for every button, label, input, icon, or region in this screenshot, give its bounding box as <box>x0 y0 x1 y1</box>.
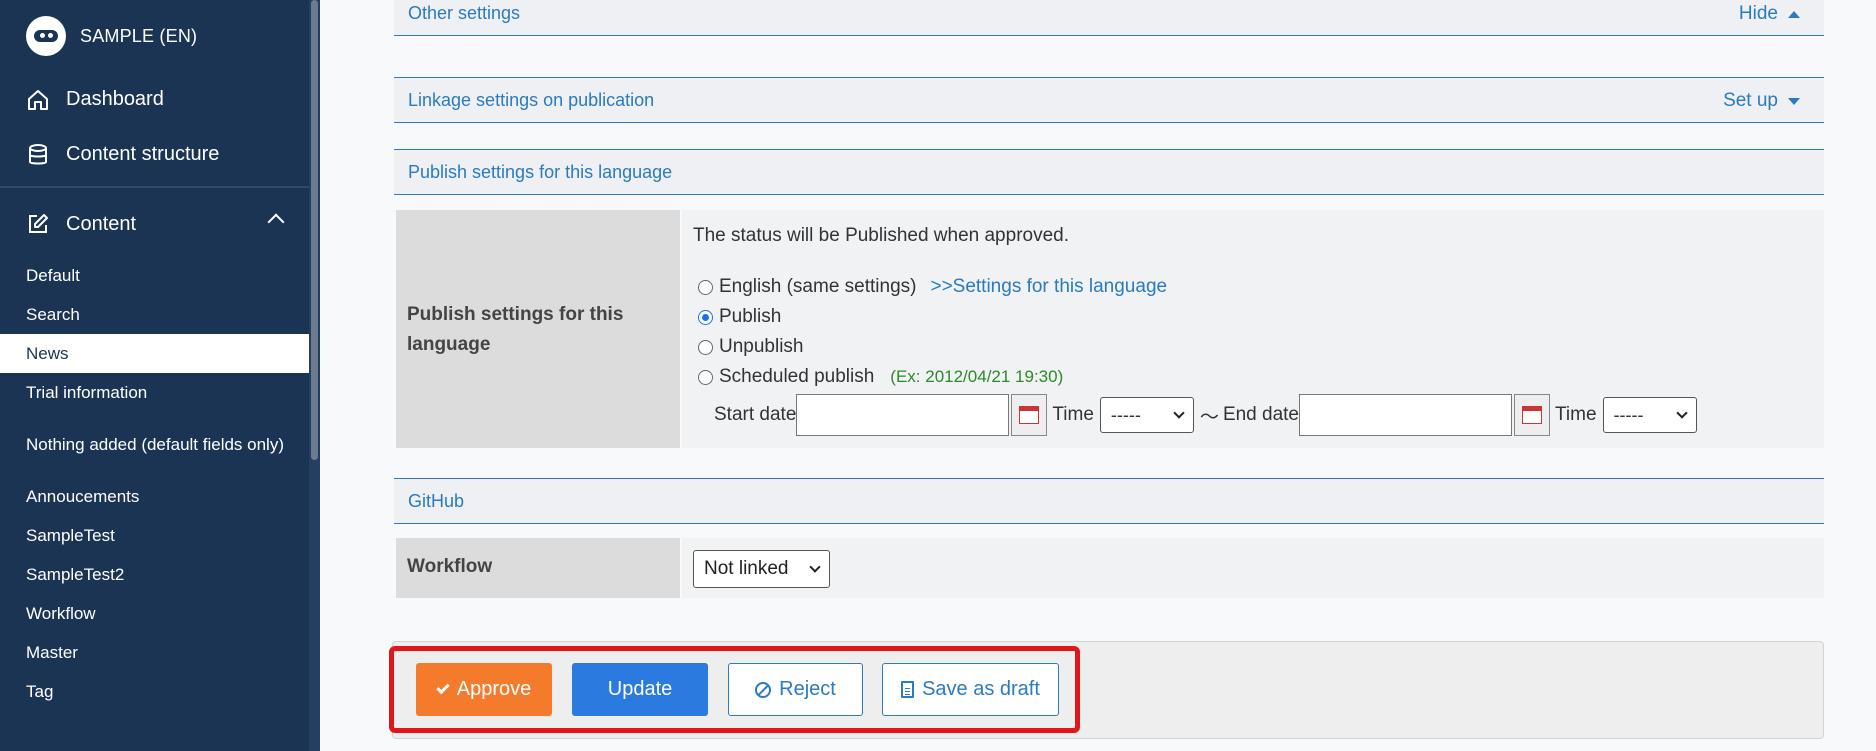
workflow-label: Workflow <box>396 538 680 598</box>
option-publish-label: Publish <box>719 306 782 327</box>
sidebar-item-trial-information[interactable]: Trial information <box>0 373 320 412</box>
sidebar-item-search[interactable]: Search <box>0 295 320 334</box>
nav-content-structure-label: Content structure <box>66 143 220 165</box>
schedule-date-row: Start date Time ----- 〜 End date Time --… <box>714 394 1697 436</box>
sidebar-divider <box>0 186 320 188</box>
chevron-down-icon <box>1173 407 1185 419</box>
section-title: Linkage settings on publication <box>408 90 655 110</box>
section-github: GitHub <box>394 478 1824 524</box>
calendar-icon <box>1019 406 1040 424</box>
start-date-label: Start date <box>714 404 797 425</box>
radio-publish[interactable] <box>698 309 713 325</box>
option-english[interactable]: English (same settings) >>Settings for t… <box>698 276 1167 298</box>
section-title: GitHub <box>408 491 465 511</box>
calendar-icon <box>1522 406 1543 424</box>
sidebar-item-default[interactable]: Default <box>0 256 320 295</box>
radio-unpublish[interactable] <box>698 339 713 355</box>
sidebar-item-annoucements[interactable]: Annoucements <box>0 477 320 516</box>
save-draft-label: Save as draft <box>922 678 1040 700</box>
set-up-label: Set up <box>1723 90 1778 111</box>
workflow-select[interactable]: Not linked <box>693 550 830 588</box>
workflow-value: Not linked <box>704 558 789 579</box>
hide-toggle[interactable]: Hide <box>1739 3 1800 25</box>
option-unpublish[interactable]: Unpublish <box>698 336 804 358</box>
brand[interactable]: SAMPLE (EN) <box>0 0 320 72</box>
update-button[interactable]: Update <box>572 663 708 716</box>
hide-label: Hide <box>1738 3 1778 24</box>
chevron-down-icon <box>1675 407 1688 419</box>
end-date-input[interactable] <box>1299 394 1513 436</box>
radio-english[interactable] <box>698 279 713 295</box>
end-time-value: ----- <box>1613 404 1644 425</box>
set-up-toggle[interactable]: Set up <box>1723 90 1800 112</box>
sidebar: SAMPLE (EN) Dashboard Content structure … <box>0 0 320 751</box>
sidebar-item-news[interactable]: News <box>0 334 320 373</box>
caret-down-icon <box>1788 97 1800 105</box>
chevron-up-icon[interactable] <box>267 213 285 231</box>
option-scheduled-label: Scheduled publish <box>719 366 875 387</box>
sidebar-item-workflow[interactable]: Workflow <box>0 594 320 633</box>
sidebar-item-tag[interactable]: Tag <box>0 672 320 711</box>
caret-up-icon <box>1788 10 1800 18</box>
save-draft-button[interactable]: Save as draft <box>882 663 1059 716</box>
reject-label: Reject <box>779 678 836 700</box>
end-date-label: End date <box>1222 404 1300 425</box>
document-icon <box>901 681 915 698</box>
check-icon <box>436 680 450 695</box>
start-date-input[interactable] <box>796 394 1010 436</box>
start-calendar-button[interactable] <box>1011 394 1048 436</box>
start-time-select[interactable]: ----- <box>1099 397 1194 433</box>
radio-scheduled[interactable] <box>698 369 713 385</box>
database-icon <box>29 143 47 164</box>
publish-settings-label: Publish settings for this language <box>396 210 680 448</box>
approve-button[interactable]: Approve <box>416 663 552 716</box>
option-english-label: English (same settings) <box>719 276 917 297</box>
end-time-select[interactable]: ----- <box>1602 397 1697 433</box>
option-unpublish-label: Unpublish <box>719 336 804 357</box>
content-list: Default Search News Trial information No… <box>0 250 320 711</box>
nav-content[interactable]: Content <box>0 198 320 250</box>
main-content: Other settings Hide Linkage settings on … <box>330 0 1876 751</box>
nav-dashboard-label: Dashboard <box>66 88 164 110</box>
end-calendar-button[interactable] <box>1514 394 1551 436</box>
site-name: SAMPLE (EN) <box>80 25 198 46</box>
section-publish-settings: Publish settings for this language <box>394 149 1824 195</box>
date-format-example: (Ex: 2012/04/21 19:30) <box>890 367 1064 386</box>
range-separator: 〜 <box>1199 406 1219 428</box>
chevron-down-icon <box>809 561 821 573</box>
start-time-value: ----- <box>1110 404 1141 425</box>
logo-icon <box>26 16 66 56</box>
reject-button[interactable]: Reject <box>728 663 863 716</box>
section-title: Publish settings for this language <box>408 162 673 182</box>
sidebar-item-nothing-added[interactable]: Nothing added (default fields only) <box>0 412 320 477</box>
sidebar-item-sampletest[interactable]: SampleTest <box>0 516 320 555</box>
nav-content-structure[interactable]: Content structure <box>0 127 320 182</box>
workflow-panel <box>682 538 1824 598</box>
home-icon <box>28 89 48 110</box>
nav-content-label: Content <box>66 212 137 235</box>
nav-dashboard[interactable]: Dashboard <box>0 72 320 127</box>
end-time-label: Time <box>1555 404 1597 425</box>
ban-icon <box>755 681 772 698</box>
option-scheduled[interactable]: Scheduled publish (Ex: 2012/04/21 19:30) <box>698 366 1063 388</box>
publish-settings-label-text: Publish settings for this language <box>407 304 624 355</box>
section-linkage-settings: Linkage settings on publication Set up <box>394 77 1824 123</box>
sidebar-item-sampletest2[interactable]: SampleTest2 <box>0 555 320 594</box>
approve-label: Approve <box>456 678 532 700</box>
update-label: Update <box>607 678 673 700</box>
start-time-label: Time <box>1052 404 1094 425</box>
language-settings-link[interactable]: >>Settings for this language <box>930 276 1167 298</box>
status-text: The status will be Published when approv… <box>693 225 1070 246</box>
section-other-settings: Other settings Hide <box>394 0 1824 36</box>
edit-icon <box>29 214 48 233</box>
section-title: Other settings <box>408 3 521 23</box>
sidebar-item-master[interactable]: Master <box>0 633 320 672</box>
workflow-label-text: Workflow <box>407 556 493 577</box>
option-publish[interactable]: Publish <box>698 306 781 328</box>
